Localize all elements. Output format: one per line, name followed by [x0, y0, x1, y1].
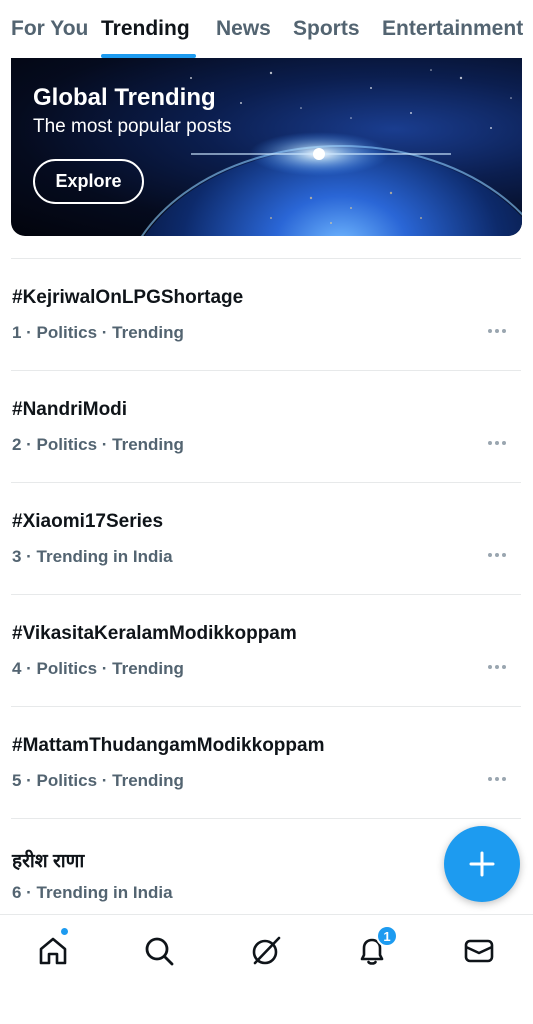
tab-label: Entertainment — [382, 17, 524, 40]
messages-icon[interactable] — [459, 931, 499, 971]
tab-entertainment[interactable]: Entertainment — [382, 0, 523, 58]
more-options-icon[interactable] — [488, 553, 506, 557]
top-tabs: For You Trending News Sports Entertainme… — [0, 0, 533, 58]
tab-label: For You — [11, 17, 89, 40]
trend-title: #MattamThudangamModikkoppam — [12, 735, 325, 756]
tab-label: News — [216, 17, 271, 40]
trend-meta: 2 · Politics · Trending — [12, 435, 184, 454]
trend-item[interactable]: #VikasitaKeralamModikkoppam 4 · Politics… — [0, 595, 533, 707]
trend-meta: 5 · Politics · Trending — [12, 771, 184, 790]
explore-button[interactable]: Explore — [33, 159, 144, 204]
tab-label: Trending — [101, 17, 190, 40]
trend-title: #Xiaomi17Series — [12, 511, 164, 532]
trend-title: हरीश राणा — [12, 851, 85, 872]
home-icon[interactable] — [33, 931, 73, 971]
more-options-icon[interactable] — [488, 329, 506, 333]
banner-subtitle: The most popular posts — [33, 116, 232, 137]
more-options-icon[interactable] — [488, 777, 506, 781]
trend-meta: 3 · Trending in India — [12, 547, 173, 566]
banner-title: Global Trending — [33, 84, 216, 111]
trend-title: #VikasitaKeralamModikkoppam — [12, 623, 297, 644]
global-trending-banner[interactable]: Global Trending The most popular posts E… — [11, 58, 522, 236]
tab-trending[interactable]: Trending — [101, 0, 196, 58]
trend-item[interactable]: #KejriwalOnLPGShortage 1 · Politics · Tr… — [0, 259, 533, 371]
home-new-indicator — [60, 927, 69, 936]
tab-for-you[interactable]: For You — [11, 0, 88, 58]
trend-item[interactable]: #Xiaomi17Series 3 · Trending in India — [0, 483, 533, 595]
tab-sports[interactable]: Sports — [293, 0, 360, 58]
trend-meta: 6 · Trending in India — [12, 883, 173, 902]
compose-button[interactable] — [444, 826, 520, 902]
grok-icon[interactable] — [246, 931, 286, 971]
more-options-icon[interactable] — [488, 441, 506, 445]
tab-news[interactable]: News — [216, 0, 271, 58]
trend-item[interactable]: #MattamThudangamModikkoppam 5 · Politics… — [0, 707, 533, 819]
notification-badge: 1 — [376, 925, 398, 947]
plus-icon — [469, 851, 495, 877]
trend-meta: 1 · Politics · Trending — [12, 323, 184, 342]
more-options-icon[interactable] — [488, 665, 506, 669]
bottom-navigation: 1 — [0, 914, 533, 1024]
trend-title: #NandriModi — [12, 399, 128, 420]
trend-title: #KejriwalOnLPGShortage — [12, 287, 244, 308]
trend-item[interactable]: #NandriModi 2 · Politics · Trending — [0, 371, 533, 483]
trend-meta: 4 · Politics · Trending — [12, 659, 184, 678]
tab-label: Sports — [293, 17, 360, 40]
search-icon[interactable] — [139, 931, 179, 971]
